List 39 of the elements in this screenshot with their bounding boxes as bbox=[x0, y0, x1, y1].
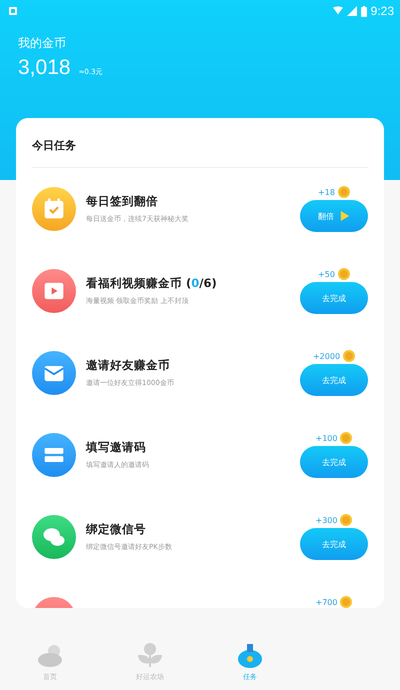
coin-balance: 3,018 bbox=[18, 56, 71, 80]
coins-label: 我的金币 bbox=[18, 35, 67, 52]
task-button[interactable]: 去完成 bbox=[300, 282, 368, 314]
task-title: 看福利视频赚金币 (0/6) bbox=[86, 276, 218, 291]
calendar-icon bbox=[32, 187, 76, 231]
cloud-sun-icon bbox=[35, 642, 65, 668]
reward-amount: +700 bbox=[316, 598, 338, 606]
status-time: 9:23 bbox=[370, 4, 394, 18]
ticket-icon bbox=[32, 433, 76, 477]
coin-icon bbox=[338, 268, 350, 280]
task-title: 邀请好友赚金币 bbox=[86, 358, 171, 373]
reward-amount: +2000 bbox=[312, 352, 340, 360]
task-button[interactable]: 去完成 bbox=[300, 364, 368, 396]
coin-icon bbox=[340, 514, 352, 526]
task-title: 绑定微信号 bbox=[86, 522, 147, 537]
reward-amount: +18 bbox=[318, 188, 335, 196]
sprout-icon bbox=[135, 642, 165, 668]
card-title: 今日任务 bbox=[32, 138, 77, 154]
battery-icon bbox=[360, 6, 367, 16]
task-button[interactable]: 翻倍 bbox=[300, 200, 368, 232]
reward-amount: +50 bbox=[318, 270, 335, 278]
coin-icon bbox=[338, 186, 350, 198]
coin-icon bbox=[343, 350, 356, 362]
money-bag-icon bbox=[235, 642, 265, 668]
chat-icon bbox=[32, 515, 76, 559]
mail-icon bbox=[32, 351, 76, 395]
task-title: 每日签到翻倍 bbox=[86, 194, 159, 209]
coin-icon bbox=[340, 432, 352, 444]
play-icon bbox=[340, 210, 350, 222]
coin-icon bbox=[340, 596, 352, 608]
signal-icon bbox=[346, 6, 357, 16]
reward-amount: +300 bbox=[316, 516, 338, 524]
notification-icon bbox=[8, 6, 18, 16]
wifi-icon bbox=[332, 6, 343, 16]
video-icon bbox=[32, 269, 76, 313]
task-button[interactable]: 去完成 bbox=[300, 446, 368, 478]
task-title: 填写邀请码 bbox=[86, 440, 147, 455]
task-button[interactable]: 去完成 bbox=[300, 528, 368, 560]
reward-amount: +100 bbox=[316, 434, 338, 442]
